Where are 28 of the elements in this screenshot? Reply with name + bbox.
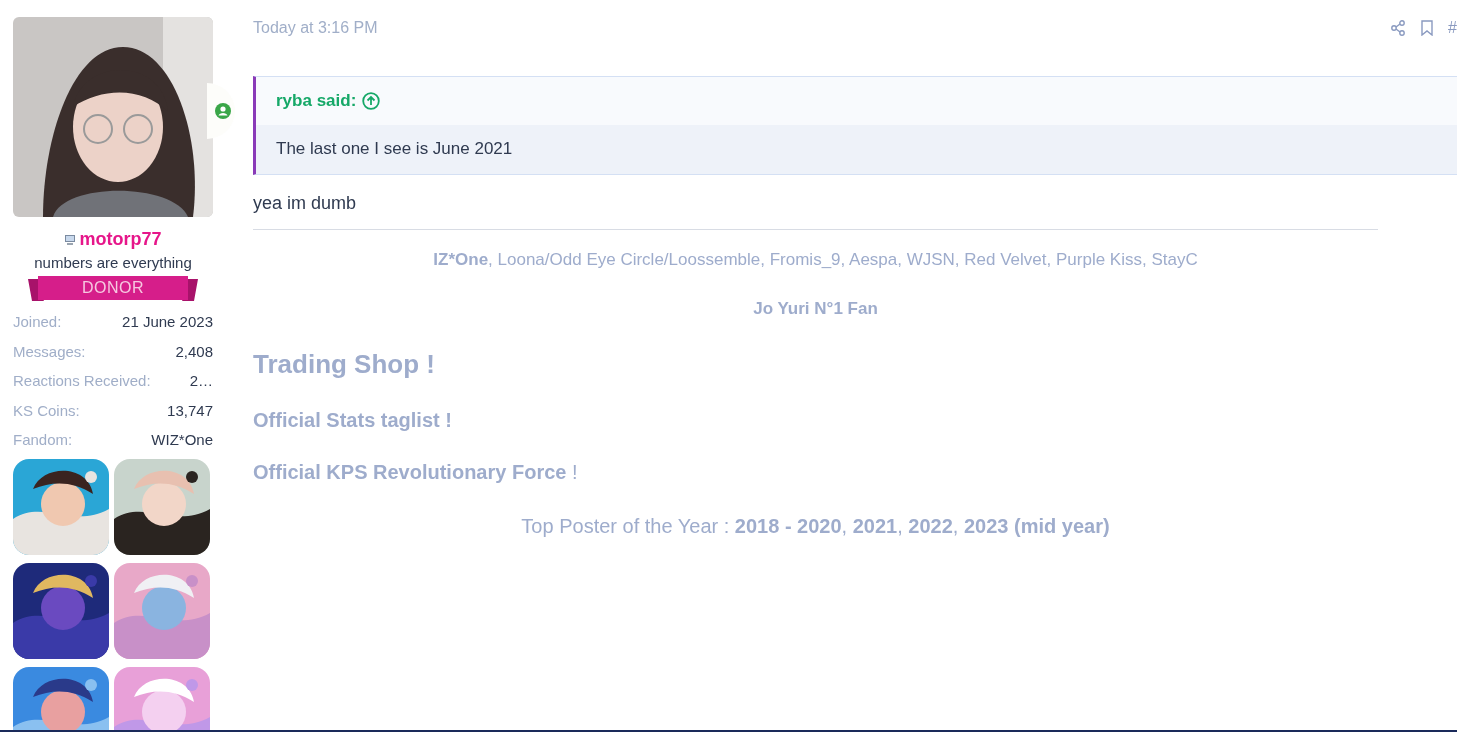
username-link[interactable]: motorp77 (79, 229, 162, 250)
post-number-link[interactable]: # (1448, 19, 1457, 37)
stat-value: 21 June 2023 (122, 313, 213, 331)
post-text: yea im dumb (253, 193, 358, 215)
stat-label: Joined: (13, 313, 62, 331)
user-title: numbers are everything (33, 254, 193, 271)
post-time[interactable]: Today at 3:16 PM (253, 19, 378, 37)
signature-text: Jo Yuri N°1 Fan (752, 299, 879, 319)
signature-link[interactable]: Trading Shop ! (253, 349, 435, 379)
stat-value: WIZ*One (151, 431, 213, 449)
stat-label: Messages: (13, 342, 86, 360)
bookmark-icon[interactable] (1420, 20, 1435, 36)
share-icon[interactable] (1390, 20, 1407, 36)
quote-author-link[interactable]: ryba said: (276, 91, 357, 111)
stat-label: Fandom: (13, 431, 73, 449)
computer-icon (64, 233, 77, 246)
signature-text: IZ*One, Loona/Odd Eye Circle/Loossemble, Fromis_9, Aespa, WJSN, Red Velvet, Purple Kiss, StayC (432, 250, 1199, 270)
arrow-up-icon[interactable] (362, 92, 381, 110)
signature-link[interactable]: Official Stats taglist ! (253, 409, 452, 431)
signature-link[interactable]: Official KPS Revolutionary Force ! (253, 461, 578, 483)
stat-value: 13,747 (167, 401, 213, 419)
donor-banner: DONOR (28, 275, 198, 303)
stat-label: KS Coins: (13, 401, 80, 419)
quote-text: The last one I see is June 2021 (256, 125, 1457, 174)
stat-value: 2… (189, 372, 213, 390)
stat-value: 2,408 (175, 342, 213, 360)
stat-label: Reactions Received: (13, 372, 151, 390)
signature-text: Top Poster of the Year : 2018 - 2020, 2021, 2022, 2023 (mid year) (520, 515, 1111, 538)
